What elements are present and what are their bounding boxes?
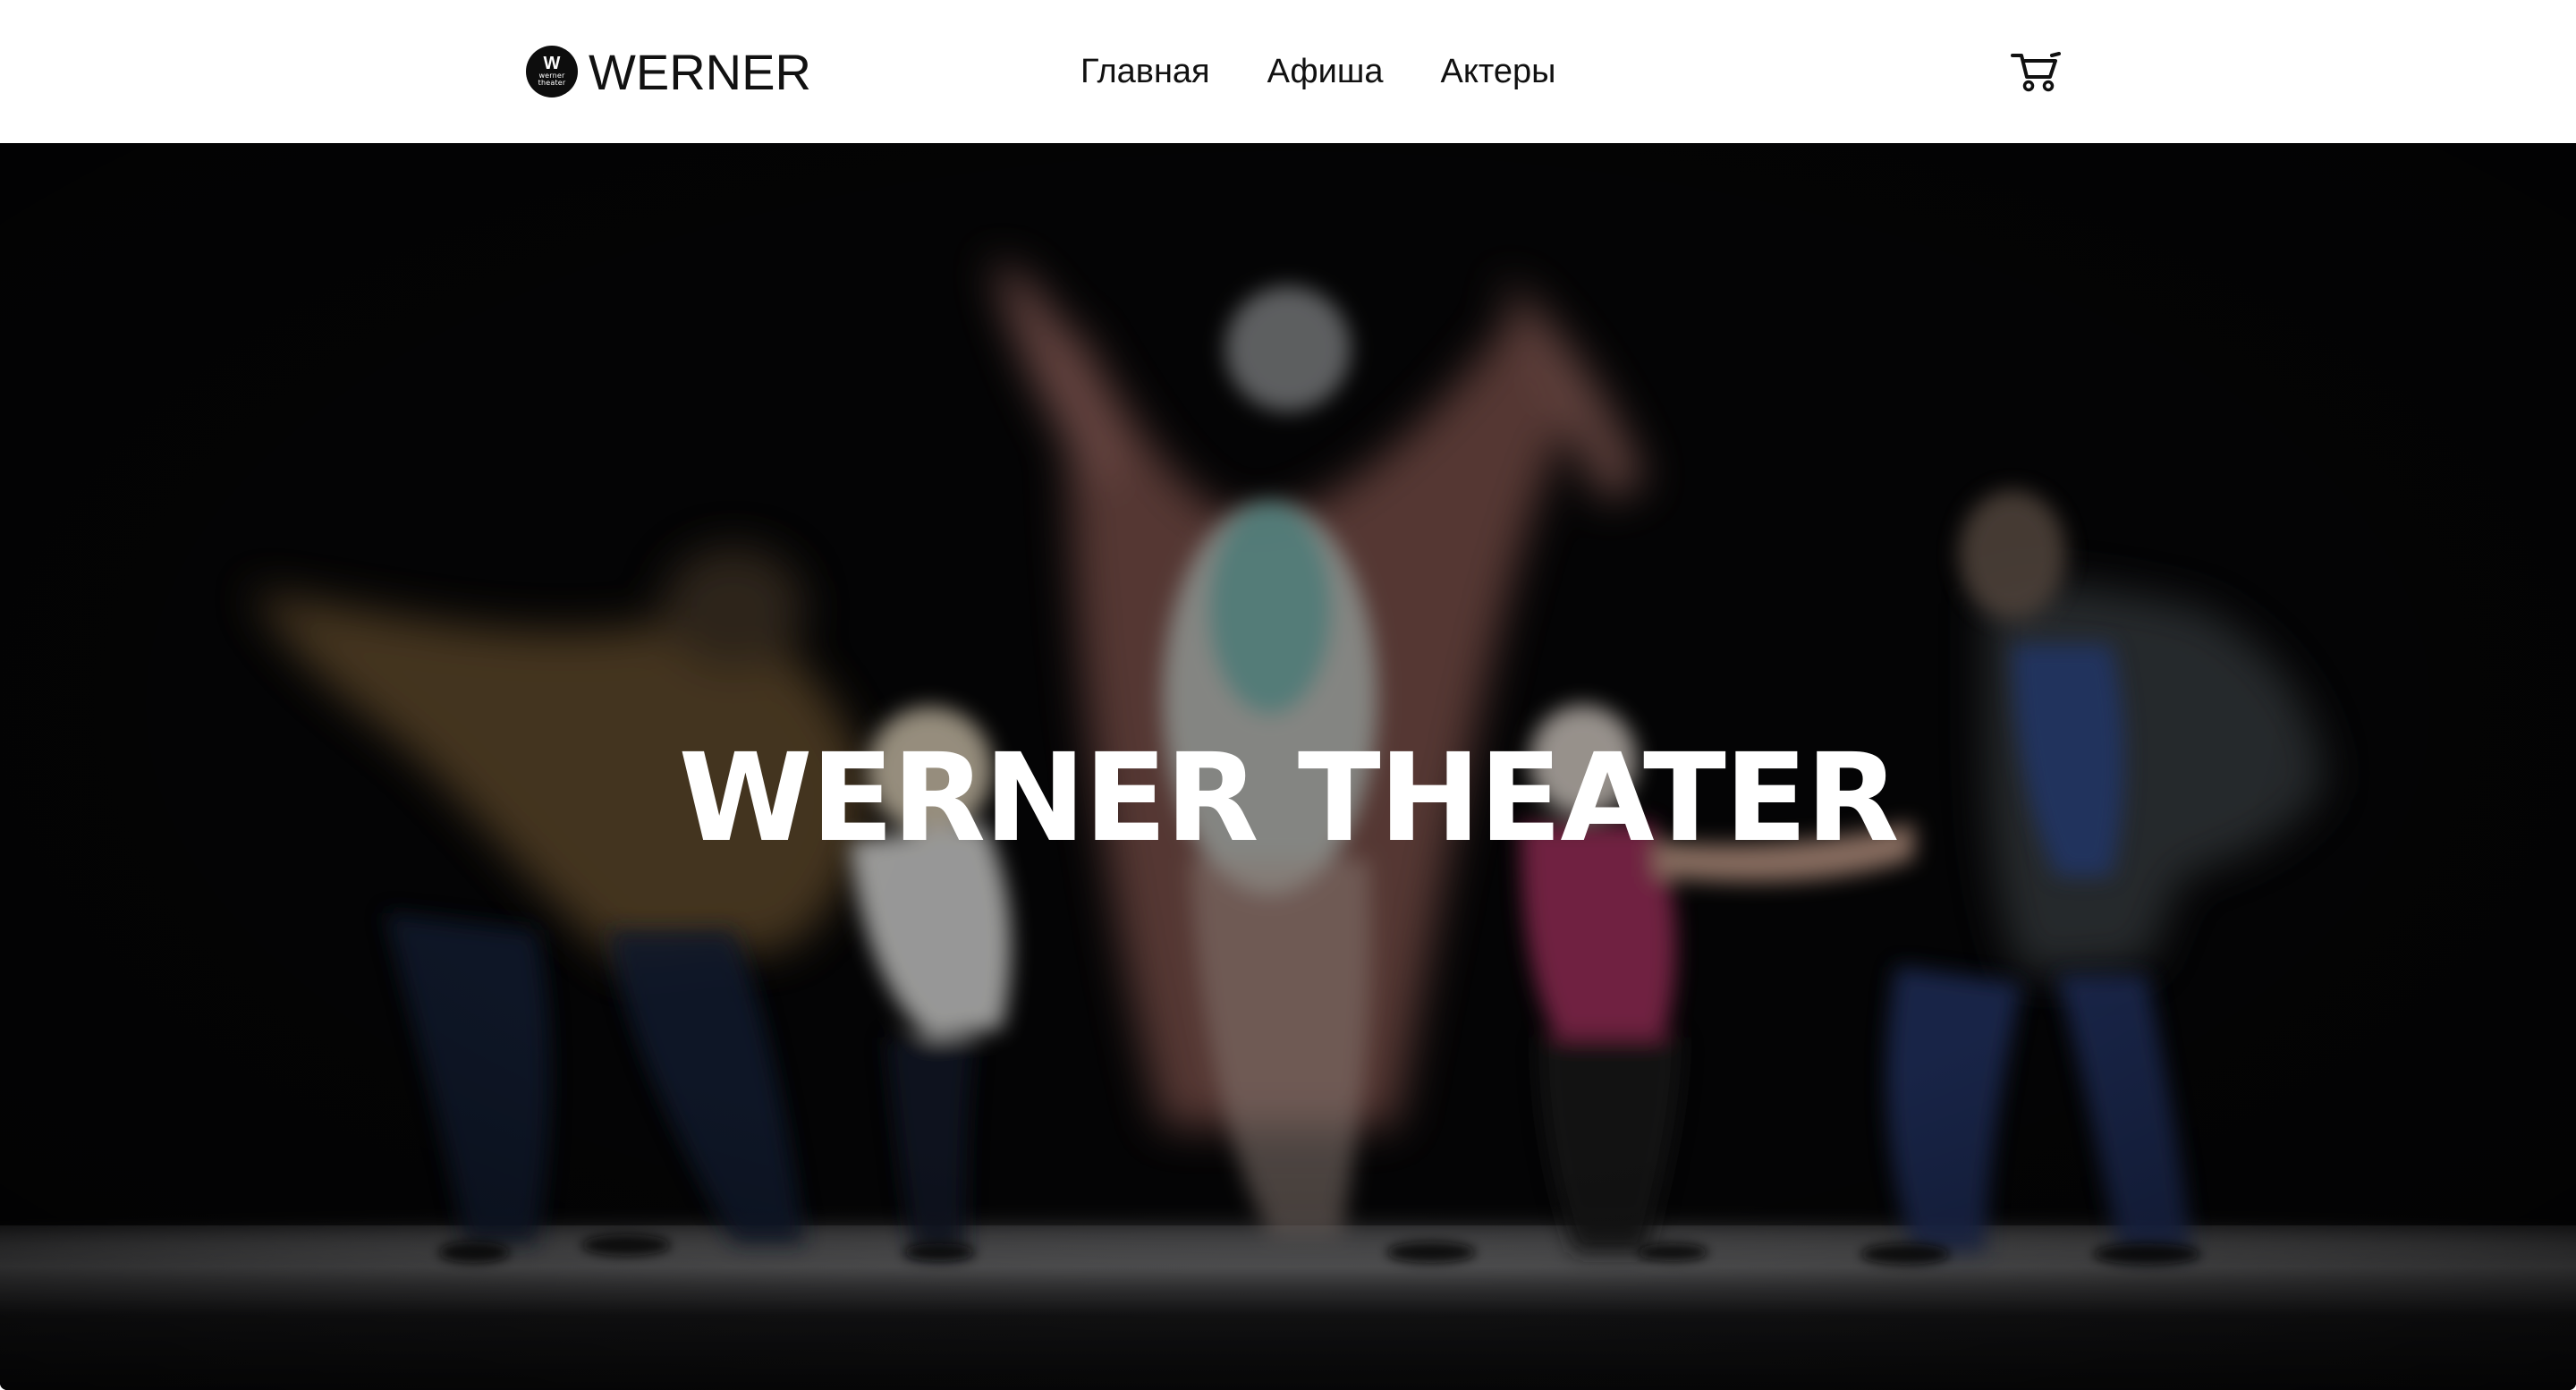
hero-title: WERNER THEATER: [678, 728, 1899, 869]
logo-badge-letter: W: [543, 54, 561, 73]
site-logo[interactable]: W werner theater WERNER: [526, 38, 811, 106]
nav-item-actors[interactable]: Актеры: [1441, 53, 1556, 91]
hero-section: WERNER THEATER: [0, 143, 2576, 1390]
nav-item-home[interactable]: Главная: [1080, 53, 1210, 91]
nav-item-playbill[interactable]: Афиша: [1267, 53, 1384, 91]
cart-button[interactable]: [2011, 50, 2061, 93]
cart-icon: [2011, 52, 2061, 92]
logo-text: WERNER: [589, 43, 811, 100]
site-header: W werner theater WERNER Главная Афиша Ак…: [0, 0, 2576, 143]
logo-badge-line2: theater: [538, 79, 566, 87]
logo-badge-icon: W werner theater: [526, 46, 578, 97]
main-nav: Главная Афиша Актеры: [1080, 0, 1614, 143]
